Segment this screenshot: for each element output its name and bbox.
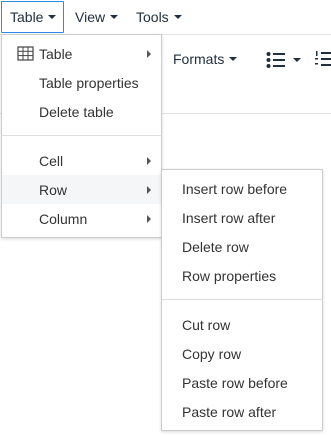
menu-item-table-properties[interactable]: Table properties xyxy=(2,68,161,97)
menu-item-label: Copy row xyxy=(182,345,242,362)
menu-item-label: Delete row xyxy=(182,238,249,255)
menubar-view[interactable]: View xyxy=(67,1,125,33)
menubar-table[interactable]: Table xyxy=(1,1,64,33)
menu-item-delete-table[interactable]: Delete table xyxy=(2,97,161,126)
row-submenu: Insert row before Insert row after Delet… xyxy=(161,169,323,431)
chevron-right-icon xyxy=(147,215,151,223)
menu-item-label: Cut row xyxy=(182,316,231,333)
menu-item-row[interactable]: Row xyxy=(2,175,161,204)
chevron-right-icon xyxy=(147,157,151,165)
menubar-view-label: View xyxy=(75,9,106,25)
menu-item-label: Table xyxy=(39,45,73,62)
menu-item-label: Cell xyxy=(39,152,64,169)
chevron-down-icon[interactable] xyxy=(293,58,301,62)
menu-item-label: Column xyxy=(39,210,88,227)
menu-item-paste-row-before[interactable]: Paste row before xyxy=(162,368,322,397)
menu-item-copy-row[interactable]: Copy row xyxy=(162,339,322,368)
menu-item-label: Row properties xyxy=(182,267,277,284)
menu-item-column[interactable]: Column xyxy=(2,204,161,233)
menu-item-label: Row xyxy=(39,181,68,198)
menu-item-insert-row-before[interactable]: Insert row before xyxy=(162,174,322,203)
chevron-down-icon xyxy=(173,15,182,19)
menubar: Table View Tools xyxy=(0,0,331,34)
menu-item-label: Paste row before xyxy=(182,374,288,391)
menubar-table-label: Table xyxy=(10,9,44,25)
menu-item-label: Table properties xyxy=(39,74,139,91)
bullet-list-icon xyxy=(266,52,285,68)
chevron-down-icon xyxy=(110,15,119,19)
menu-item-insert-row-after[interactable]: Insert row after xyxy=(162,203,322,232)
chevron-right-icon xyxy=(147,186,151,194)
table-menu: Table Table properties Delete table Cell… xyxy=(1,34,162,238)
menu-item-paste-row-after[interactable]: Paste row after xyxy=(162,397,322,426)
formats-label: Formats xyxy=(173,51,225,67)
menu-item-label: Paste row after xyxy=(182,403,277,420)
formats-dropdown[interactable]: Formats xyxy=(173,51,238,67)
menu-item-table[interactable]: Table xyxy=(2,39,161,68)
menu-item-label: Insert row after xyxy=(182,209,276,226)
editor-page: Table View Tools Formats Table Table pro… xyxy=(0,0,331,435)
menu-item-cell[interactable]: Cell xyxy=(2,146,161,175)
menu-item-cut-row[interactable]: Cut row xyxy=(162,310,322,339)
numbered-list-icon xyxy=(315,51,331,66)
menubar-tools[interactable]: Tools xyxy=(128,1,188,33)
chevron-down-icon xyxy=(48,15,57,19)
menu-divider xyxy=(2,135,161,136)
bullet-list-button[interactable] xyxy=(266,50,306,70)
menu-item-label: Delete table xyxy=(39,103,114,120)
table-grid-icon xyxy=(17,46,34,61)
menu-item-row-properties[interactable]: Row properties xyxy=(162,261,322,290)
menu-item-delete-row[interactable]: Delete row xyxy=(162,232,322,261)
chevron-down-icon xyxy=(229,57,238,61)
chevron-right-icon xyxy=(147,50,151,58)
menu-divider xyxy=(162,299,322,300)
menu-item-label: Insert row before xyxy=(182,180,288,197)
numbered-list-button[interactable] xyxy=(314,50,331,70)
menubar-tools-label: Tools xyxy=(136,9,169,25)
